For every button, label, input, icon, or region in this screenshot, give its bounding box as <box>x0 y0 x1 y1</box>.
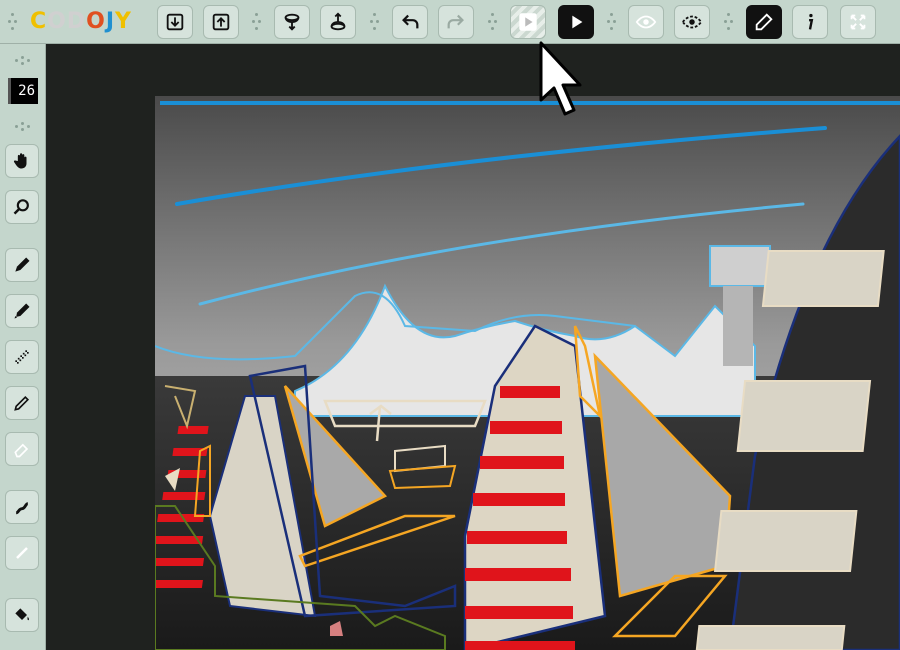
mouse-cursor-icon <box>539 41 582 116</box>
marker-icon <box>15 257 30 272</box>
undo-button[interactable] <box>392 5 428 39</box>
hand-icon <box>13 153 27 169</box>
info-button[interactable] <box>792 5 828 39</box>
logo-letter: C <box>30 9 48 34</box>
fill-icon <box>15 608 30 621</box>
logo-letter: O <box>47 9 67 34</box>
line-icon <box>16 547 28 559</box>
info-icon <box>808 13 814 30</box>
brush-size-display[interactable]: 26 <box>8 78 38 104</box>
marker-tool-button[interactable] <box>5 248 39 282</box>
play-outline-icon <box>519 13 537 31</box>
logo-letter: D <box>66 9 87 34</box>
fullscreen-icon <box>850 14 866 30</box>
export-icon <box>212 13 230 31</box>
undo-icon <box>402 14 419 29</box>
export-button[interactable] <box>203 5 239 39</box>
edit-button[interactable] <box>746 5 782 39</box>
eye-icon <box>635 15 657 29</box>
eraser-icon <box>14 443 29 458</box>
curve-tool-button[interactable] <box>5 490 39 524</box>
play-animation-button[interactable] <box>510 5 546 39</box>
play-icon <box>572 15 583 29</box>
drawing-canvas[interactable] <box>155 96 900 650</box>
redo-icon <box>447 14 464 29</box>
pencil-icon <box>14 395 30 411</box>
annotated-image[interactable] <box>155 96 900 650</box>
edit-icon <box>755 13 773 31</box>
dither-brush-tool-button[interactable] <box>5 340 39 374</box>
redo-button[interactable] <box>438 5 474 39</box>
eye-off-icon <box>681 15 703 29</box>
curve-icon <box>15 502 29 515</box>
logo-letter: O <box>86 9 106 34</box>
logo-letter: J <box>105 9 116 34</box>
toolbar-grip[interactable] <box>488 11 498 33</box>
brush-icon <box>14 303 30 319</box>
toolbar-grip[interactable] <box>607 11 617 33</box>
brush-tool-button[interactable] <box>5 294 39 328</box>
dither-brush-icon <box>15 350 29 364</box>
app-logo: CODOJY <box>30 9 132 34</box>
top-toolbar: CODOJY <box>0 0 900 44</box>
fill-tool-button[interactable] <box>5 598 39 632</box>
toolbar-grip[interactable] <box>724 11 734 33</box>
logo-letter: Y <box>115 9 132 34</box>
hide-layer-button[interactable] <box>674 5 710 39</box>
play-button[interactable] <box>558 5 594 39</box>
toolbar-grip[interactable] <box>252 11 262 33</box>
save-button[interactable] <box>320 5 356 39</box>
load-icon <box>284 13 300 31</box>
zoom-tool-button[interactable] <box>5 190 39 224</box>
load-button[interactable] <box>274 5 310 39</box>
toolbar-grip[interactable] <box>12 56 34 65</box>
left-toolbar: 26 <box>0 44 46 650</box>
eraser-tool-button[interactable] <box>5 432 39 466</box>
toolbar-grip[interactable] <box>8 11 18 33</box>
show-layer-button[interactable] <box>628 5 664 39</box>
pencil-tool-button[interactable] <box>5 386 39 420</box>
toolbar-grip[interactable] <box>12 122 34 131</box>
import-button[interactable] <box>157 5 193 39</box>
save-icon <box>330 12 346 31</box>
toolbar-grip[interactable] <box>370 11 380 33</box>
line-tool-button[interactable] <box>5 536 39 570</box>
import-icon <box>166 13 184 31</box>
zoom-icon <box>13 199 29 215</box>
hand-tool-button[interactable] <box>5 144 39 178</box>
fullscreen-button[interactable] <box>840 5 876 39</box>
